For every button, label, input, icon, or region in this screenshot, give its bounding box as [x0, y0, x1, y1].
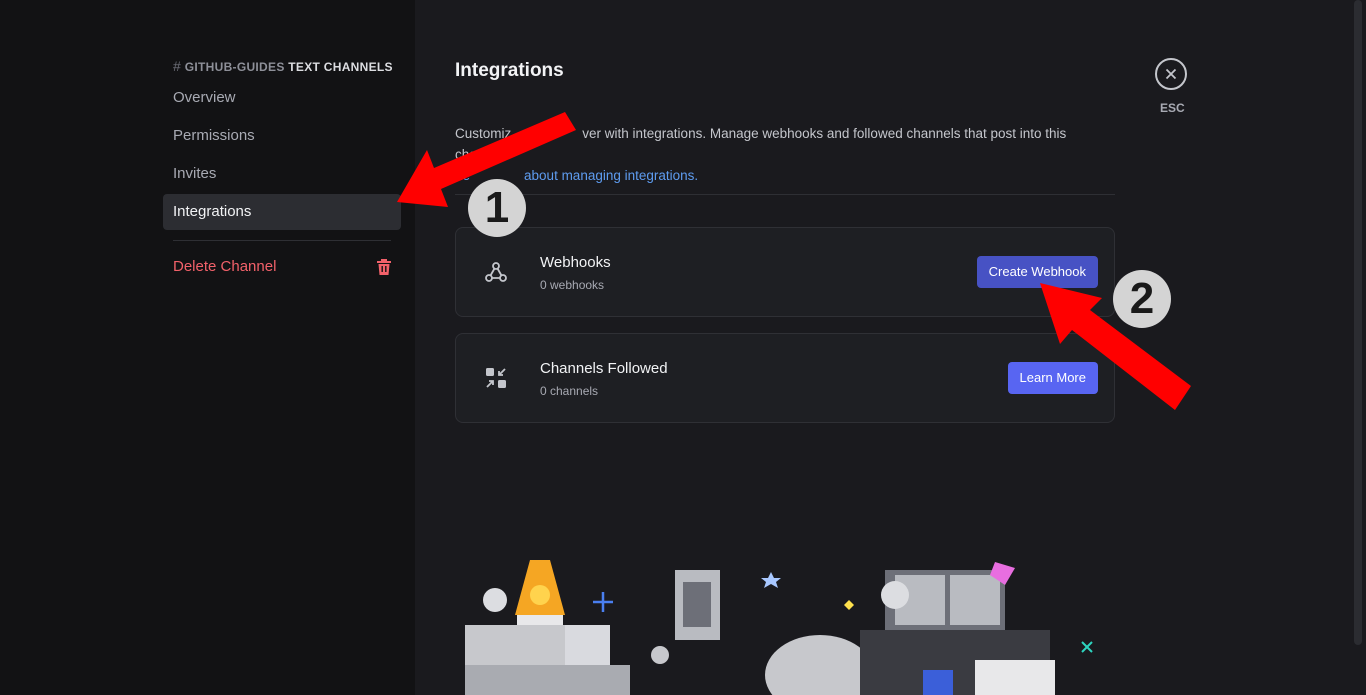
sidebar-item-integrations[interactable]: Integrations — [163, 194, 401, 230]
close-button[interactable] — [1155, 58, 1187, 90]
step-badge-1: 1 — [468, 179, 526, 237]
step-badge-2: 2 — [1113, 270, 1171, 328]
channels-followed-count: 0 channels — [540, 384, 599, 398]
create-webhook-button[interactable]: Create Webhook — [976, 256, 1098, 288]
close-icon — [1165, 68, 1177, 80]
sidebar-divider — [173, 240, 391, 241]
sidebar-item-overview[interactable]: Overview — [163, 80, 401, 116]
settings-sidebar: # GITHUB-GUIDES TEXT CHANNELS Overview P… — [0, 0, 415, 695]
delete-channel-button[interactable]: Delete Channel — [163, 249, 401, 285]
sidebar-item-permissions[interactable]: Permissions — [163, 118, 401, 154]
webhooks-title: Webhooks — [540, 254, 611, 271]
channel-name: GITHUB-GUIDES — [184, 60, 285, 74]
decorative-illustration — [465, 560, 1093, 695]
channels-followed-title: Channels Followed — [540, 360, 668, 377]
page-title: Integrations — [455, 60, 564, 81]
channels-followed-card: Channels Followed 0 channels Learn More — [455, 333, 1115, 423]
delete-channel-label: Delete Channel — [173, 258, 277, 275]
sidebar-header: # GITHUB-GUIDES TEXT CHANNELS — [173, 58, 393, 74]
trash-icon — [377, 259, 391, 275]
sidebar-item-invites[interactable]: Invites — [163, 156, 401, 192]
esc-label: ESC — [1160, 101, 1185, 115]
page-description: Customiz ver with integrations. Manage we… — [455, 126, 1067, 183]
webhooks-count: 0 webhooks — [540, 278, 605, 292]
scrollbar[interactable] — [1354, 0, 1362, 645]
webhook-icon — [485, 262, 507, 282]
learn-more-button[interactable]: Learn More — [1007, 362, 1098, 394]
channels-followed-icon — [486, 368, 506, 388]
section-divider — [455, 194, 1115, 195]
category-name: TEXT CHANNELS — [288, 60, 393, 74]
webhooks-card: Webhooks 0 webhooks Create Webhook — [455, 227, 1115, 317]
